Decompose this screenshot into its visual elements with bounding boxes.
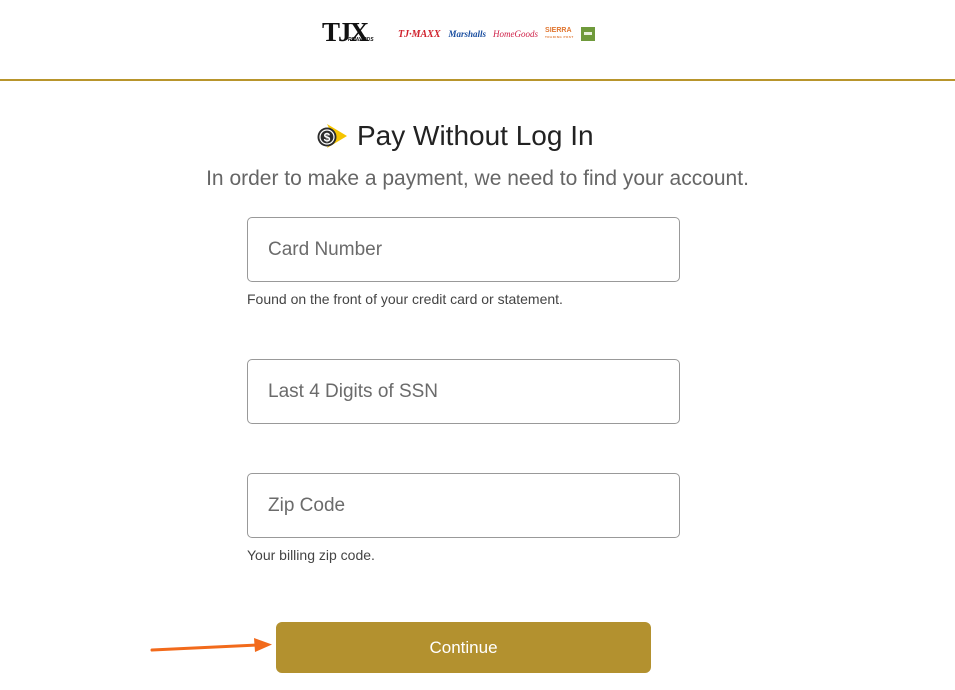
continue-button[interactable]: Continue [276, 622, 651, 673]
sierra-logo: SIERRA TRADING POST [545, 27, 574, 39]
marshalls-logo: Marshalls [448, 29, 487, 39]
dollar-arrow-icon: $ [317, 124, 347, 148]
homesense-logo-icon [580, 27, 595, 41]
homegoods-logo: HomeGoods [493, 29, 539, 39]
header: TJX REWARDS TJ·MAXX Marshalls HomeGoods … [0, 0, 955, 81]
tjx-rewards-logo: TJX REWARDS [322, 17, 374, 47]
svg-text:$: $ [324, 131, 331, 145]
card-number-input[interactable] [247, 217, 680, 282]
zip-code-help-text: Your billing zip code. [247, 547, 375, 563]
card-number-help-text: Found on the front of your credit card o… [247, 291, 563, 307]
brand-logos: TJX REWARDS TJ·MAXX Marshalls HomeGoods … [322, 18, 595, 50]
zip-code-input[interactable] [247, 473, 680, 538]
tjmaxx-logo: TJ·MAXX [398, 28, 441, 40]
ssn-last4-input[interactable] [247, 359, 680, 424]
page-title: Pay Without Log In [357, 120, 594, 151]
arrow-right-icon [150, 638, 272, 652]
title-row: $ Pay Without Log In [316, 117, 594, 155]
page-subtitle: In order to make a payment, we need to f… [206, 167, 749, 190]
